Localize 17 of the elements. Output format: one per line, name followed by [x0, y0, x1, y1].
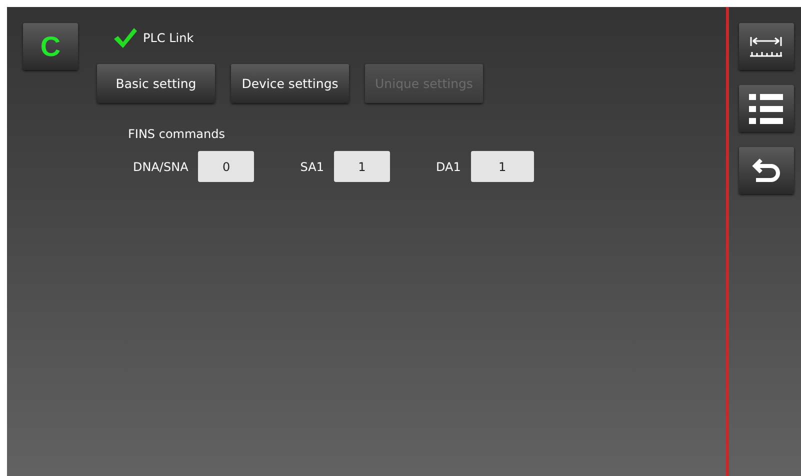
settings-tab[interactable]: Basic setting [97, 64, 215, 103]
list-icon [749, 94, 783, 124]
mode-button[interactable]: C [23, 23, 78, 70]
settings-tab[interactable]: Device settings [231, 64, 349, 103]
field-label: DA1 [436, 160, 461, 174]
list-button[interactable] [738, 85, 794, 132]
back-button[interactable] [738, 147, 794, 194]
section-title: FINS commands [128, 127, 226, 141]
measure-button[interactable] [738, 23, 794, 70]
input-field[interactable]: 0 [198, 151, 254, 182]
input-field[interactable]: 1 [334, 151, 390, 182]
back-icon [751, 158, 781, 184]
field-label: SA1 [300, 160, 324, 174]
input-field[interactable]: 1 [470, 151, 534, 182]
ruler-icon [749, 36, 783, 58]
field-label: DNA/SNA [133, 160, 188, 174]
link-status-label: PLC Link [143, 31, 194, 45]
